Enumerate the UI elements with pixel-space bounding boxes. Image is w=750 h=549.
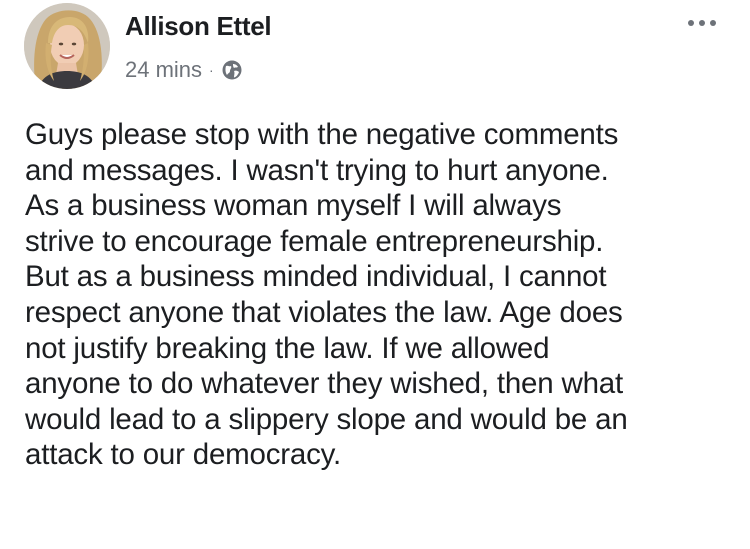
post-timestamp[interactable]: 24 mins — [125, 57, 202, 83]
author-name[interactable]: Allison Ettel — [125, 11, 272, 42]
facebook-post: Allison Ettel 24 mins · Guys please stop… — [0, 0, 750, 549]
globe-icon[interactable] — [221, 59, 243, 81]
post-text-line: and messages. I wasn't trying to hurt an… — [25, 153, 609, 187]
post-meta: 24 mins · — [125, 57, 243, 83]
more-horizontal-icon — [688, 20, 694, 26]
avatar-photo — [24, 3, 110, 89]
post-text-line: Guys please stop with the negative comme… — [25, 118, 619, 151]
post-text-line: not justify breaking the law. If we allo… — [25, 331, 550, 365]
post-message: Guys please stop with the negative comme… — [25, 117, 740, 473]
meta-separator: · — [209, 62, 214, 78]
post-text-line: anyone to do whatever they wished, then … — [25, 367, 623, 401]
post-text-line: As a business woman myself I will always — [25, 189, 562, 223]
post-text-line: But as a business minded individual, I c… — [25, 260, 607, 294]
post-text-line: respect anyone that violates the law. Ag… — [25, 295, 623, 329]
post-text-line: would lead to a slippery slope and would… — [25, 402, 628, 436]
post-text-line: strive to encourage female entrepreneurs… — [25, 224, 604, 258]
avatar[interactable] — [24, 3, 110, 89]
post-text-line: attack to our democracy. — [25, 438, 342, 472]
more-options-button[interactable] — [680, 8, 724, 38]
